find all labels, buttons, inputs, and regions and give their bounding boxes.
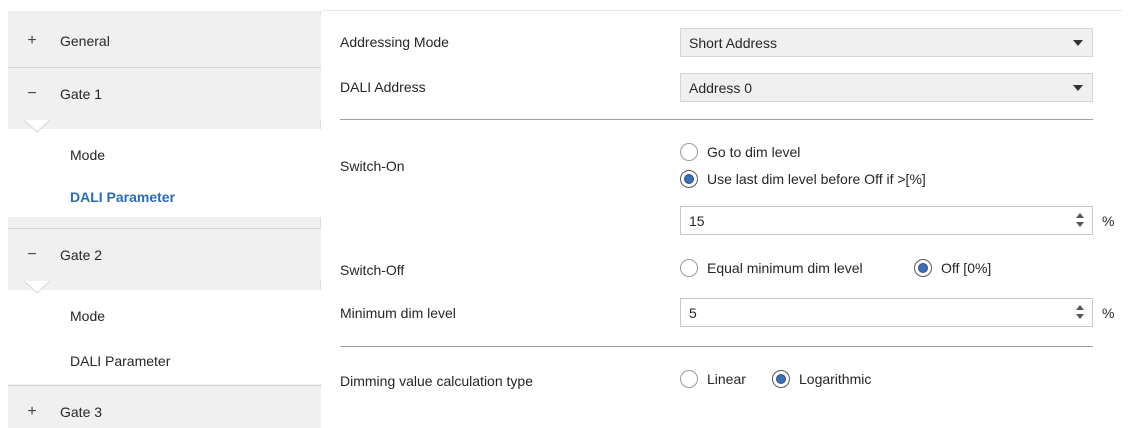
radio-label: Go to dim level xyxy=(707,144,801,160)
select-value: Short Address xyxy=(689,34,777,51)
addressing-mode-select[interactable]: Short Address xyxy=(680,28,1093,57)
dimming-calculation-label: Dimming value calculation type xyxy=(340,373,533,389)
sidebar: + General − Gate 1 Mode DALI Parameter −… xyxy=(8,11,326,428)
switch-on-label: Switch-On xyxy=(340,158,405,174)
radio-off-0[interactable]: Off [0%] xyxy=(914,259,991,277)
switch-on-level-input[interactable]: 15 xyxy=(680,206,1093,235)
switch-off-label: Switch-Off xyxy=(340,262,405,278)
radio-button-icon[interactable] xyxy=(914,259,932,277)
dali-address-label: DALI Address xyxy=(340,79,426,95)
chevron-down-icon xyxy=(1073,40,1083,46)
tree-group-gate-2[interactable]: − Gate 2 xyxy=(8,229,321,281)
tree-item-gate1-dali-parameter[interactable]: DALI Parameter xyxy=(8,177,326,217)
tree-group-label: Gate 3 xyxy=(60,404,103,420)
tree-group-label: Gate 1 xyxy=(60,86,103,102)
select-value: Address 0 xyxy=(689,79,753,96)
radio-label: Equal minimum dim level xyxy=(707,260,863,276)
arrow-up-icon[interactable] xyxy=(1076,305,1084,310)
tree-group-general[interactable]: + General xyxy=(8,15,321,67)
radio-use-last-dim-level[interactable]: Use last dim level before Off if >[%] xyxy=(680,170,926,188)
collapse-icon[interactable]: − xyxy=(18,246,46,264)
radio-button-icon[interactable] xyxy=(680,143,698,161)
section-divider xyxy=(340,346,1093,347)
radio-logarithmic[interactable]: Logarithmic xyxy=(772,370,871,388)
radio-go-to-dim-level[interactable]: Go to dim level xyxy=(680,143,800,161)
tree-item-label: DALI Parameter xyxy=(70,353,171,369)
tree-item-gate1-mode[interactable]: Mode xyxy=(8,129,321,181)
input-value: 15 xyxy=(689,212,705,229)
divider xyxy=(322,10,1122,11)
tree-item-label: Mode xyxy=(70,308,106,324)
minimum-dim-level-label: Minimum dim level xyxy=(340,305,456,321)
tree-group-label: General xyxy=(60,33,110,49)
spin-buttons[interactable] xyxy=(1076,213,1084,229)
radio-button-icon[interactable] xyxy=(680,370,698,388)
arrow-down-icon[interactable] xyxy=(1076,314,1084,319)
tree-group-gate-3[interactable]: + Gate 3 xyxy=(8,386,321,428)
radio-label: Use last dim level before Off if >[%] xyxy=(707,171,926,187)
radio-label: Linear xyxy=(707,371,746,387)
parameter-panel: Addressing Mode Short Address DALI Addre… xyxy=(322,0,1130,428)
radio-linear[interactable]: Linear xyxy=(680,370,746,388)
arrow-down-icon[interactable] xyxy=(1076,222,1084,227)
addressing-mode-label: Addressing Mode xyxy=(340,34,449,50)
chevron-down-icon xyxy=(1073,85,1083,91)
radio-button-icon[interactable] xyxy=(680,259,698,277)
tree-item-gate2-dali-parameter[interactable]: DALI Parameter xyxy=(8,338,321,384)
tree-group-label: Gate 2 xyxy=(60,247,103,263)
arrow-up-icon[interactable] xyxy=(1076,213,1084,218)
radio-equal-minimum-dim-level[interactable]: Equal minimum dim level xyxy=(680,259,863,277)
tree-item-label: Mode xyxy=(70,147,106,163)
dali-address-select[interactable]: Address 0 xyxy=(680,73,1093,102)
expand-icon[interactable]: + xyxy=(18,403,46,421)
radio-button-icon[interactable] xyxy=(772,370,790,388)
collapse-icon[interactable]: − xyxy=(18,85,46,103)
tree-item-label: DALI Parameter xyxy=(70,189,176,205)
radio-button-icon[interactable] xyxy=(680,170,698,188)
minimum-dim-level-input[interactable]: 5 xyxy=(680,298,1093,327)
radio-label: Logarithmic xyxy=(799,371,872,387)
input-value: 5 xyxy=(689,304,697,321)
tree-branch-icon xyxy=(24,120,50,133)
radio-label: Off [0%] xyxy=(941,260,992,276)
tree-item-gate2-mode[interactable]: Mode xyxy=(8,290,321,342)
unit-label: % xyxy=(1102,305,1115,321)
tree-group-gate-1[interactable]: − Gate 1 xyxy=(8,68,321,120)
unit-label: % xyxy=(1102,213,1115,229)
section-divider xyxy=(340,119,1093,120)
spin-buttons[interactable] xyxy=(1076,305,1084,321)
tree-branch-icon xyxy=(24,281,50,294)
expand-icon[interactable]: + xyxy=(18,32,46,50)
